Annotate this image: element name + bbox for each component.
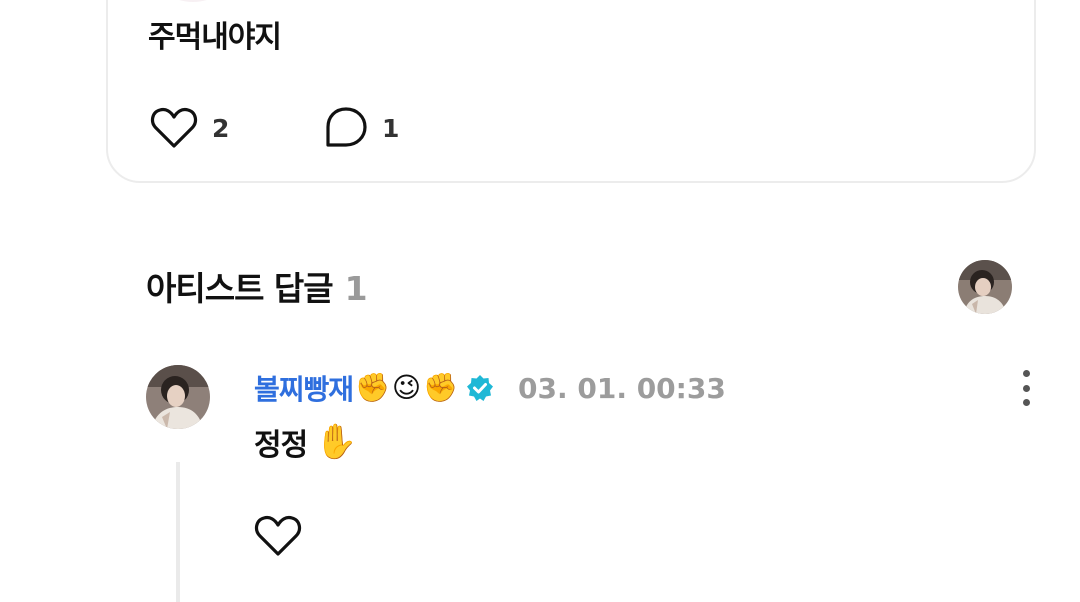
comment-header: 볼찌빵재 ✊ 😉 ✊ 03. 01. 00:33: [254, 368, 726, 408]
more-vertical-icon: [1022, 384, 1030, 392]
comment-author-name[interactable]: 볼찌빵재: [254, 368, 354, 408]
like-count: 2: [212, 113, 230, 143]
comment-timestamp: 03. 01. 00:33: [518, 371, 726, 405]
author-emoji: ✊: [423, 371, 458, 404]
post-like-button[interactable]: 2: [150, 106, 229, 150]
more-vertical-icon: [1022, 399, 1030, 406]
author-emoji: 😉: [391, 371, 422, 404]
comment-text: 정정: [254, 428, 308, 463]
post-author-avatar[interactable]: [154, 0, 232, 2]
post-comment-button[interactable]: 1: [324, 106, 399, 150]
thread-line: [176, 462, 180, 602]
more-vertical-icon: [1022, 370, 1030, 377]
heart-outline-icon: [150, 107, 198, 148]
artist-header-avatar[interactable]: [958, 260, 1012, 314]
author-emoji: ✊: [355, 371, 390, 404]
more-options-button[interactable]: [1016, 370, 1036, 406]
speech-bubble-icon: [326, 107, 367, 147]
comment-body: 정정 ✋: [254, 420, 358, 464]
heart-outline-icon: [254, 515, 302, 556]
comment-like-button[interactable]: [254, 514, 302, 562]
artist-replies-heading: 아티스트 답글 1: [146, 262, 368, 310]
artist-photo: [958, 260, 1012, 314]
comment-emoji: ✋: [315, 422, 357, 462]
verified-badge-icon: [467, 375, 493, 401]
artist-photo: [146, 365, 210, 429]
artist-replies-count: 1: [344, 269, 368, 308]
comment-count: 1: [382, 113, 400, 143]
artist-replies-title: 아티스트 답글: [146, 269, 334, 308]
comment-author-avatar[interactable]: [146, 365, 210, 429]
post-text: 주먹내야지: [148, 20, 282, 55]
